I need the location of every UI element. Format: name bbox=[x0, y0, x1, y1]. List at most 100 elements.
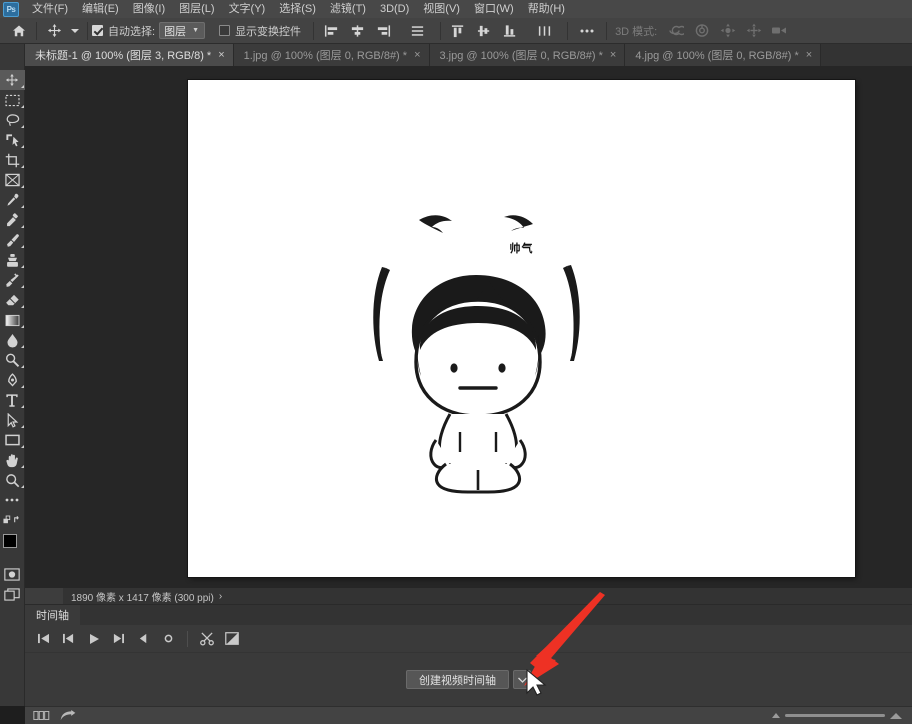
divider bbox=[313, 21, 315, 40]
move-tool-option-icon[interactable] bbox=[41, 19, 67, 43]
render-video-icon[interactable] bbox=[60, 710, 76, 721]
menu-edit[interactable]: 编辑(E) bbox=[75, 0, 126, 18]
horizontal-type-tool-icon[interactable] bbox=[0, 390, 25, 410]
show-transform-group[interactable]: 显示变换控件 bbox=[219, 23, 301, 39]
blur-tool-icon[interactable] bbox=[0, 330, 25, 350]
menu-3d[interactable]: 3D(D) bbox=[373, 0, 416, 18]
next-frame-button[interactable] bbox=[106, 626, 131, 652]
menu-file[interactable]: 文件(F) bbox=[25, 0, 75, 18]
pen-tool-icon[interactable] bbox=[0, 370, 25, 390]
eyedropper-tool-icon[interactable] bbox=[0, 190, 25, 210]
align-vertical-centers-icon[interactable] bbox=[471, 19, 497, 43]
distribute-vertical-icon[interactable] bbox=[404, 19, 430, 43]
roll-3d-object-icon[interactable] bbox=[689, 19, 715, 43]
tool-preset-chevron-icon[interactable] bbox=[67, 19, 83, 43]
previous-frame-button[interactable] bbox=[56, 626, 81, 652]
close-icon[interactable]: × bbox=[806, 49, 812, 61]
edit-toolbar-icon[interactable] bbox=[0, 490, 25, 510]
align-bottom-edges-icon[interactable] bbox=[497, 19, 523, 43]
brush-tool-icon[interactable] bbox=[0, 230, 25, 250]
convert-to-frame-animation-icon[interactable] bbox=[33, 711, 50, 720]
frame-tool-icon[interactable] bbox=[0, 170, 25, 190]
home-icon[interactable] bbox=[6, 19, 32, 43]
create-video-timeline-button[interactable]: 创建视频时间轴 bbox=[406, 670, 509, 689]
menu-select[interactable]: 选择(S) bbox=[272, 0, 323, 18]
color-swatches[interactable] bbox=[0, 532, 25, 560]
eraser-tool-icon[interactable] bbox=[0, 290, 25, 310]
split-at-playhead-button[interactable] bbox=[194, 626, 219, 652]
spot-healing-brush-tool-icon[interactable] bbox=[0, 210, 25, 230]
align-left-edges-icon[interactable] bbox=[318, 19, 344, 43]
align-horizontal-centers-icon[interactable] bbox=[344, 19, 370, 43]
menu-window[interactable]: 窗口(W) bbox=[467, 0, 521, 18]
hand-tool-icon[interactable] bbox=[0, 450, 25, 470]
menu-layer[interactable]: 图层(L) bbox=[172, 0, 221, 18]
quick-mask-mode-icon[interactable] bbox=[0, 564, 25, 584]
artwork-text: 帅气 bbox=[509, 242, 534, 255]
scale-3d-camera-icon[interactable] bbox=[767, 19, 793, 43]
transition-button[interactable] bbox=[219, 626, 244, 652]
document-tab-3[interactable]: 3.jpg @ 100% (图层 0, RGB/8#) * × bbox=[429, 44, 626, 66]
menu-image[interactable]: 图像(I) bbox=[126, 0, 172, 18]
auto-select-scope-dropdown[interactable]: 图层 ▼ bbox=[159, 22, 206, 39]
rotate-3d-object-icon[interactable] bbox=[663, 19, 689, 43]
document-tab-4[interactable]: 4.jpg @ 100% (图层 0, RGB/8#) * × bbox=[625, 44, 822, 66]
play-button[interactable] bbox=[81, 626, 106, 652]
slide-3d-object-icon[interactable] bbox=[741, 19, 767, 43]
audio-button[interactable] bbox=[131, 626, 156, 652]
mode-3d-label: 3D 模式: bbox=[615, 25, 658, 38]
document-tab-title: 1.jpg @ 100% (图层 0, RGB/8#) * bbox=[243, 50, 408, 62]
timeline-zoom-control[interactable] bbox=[772, 712, 912, 719]
zoom-in-icon[interactable] bbox=[890, 712, 902, 719]
screen-mode-icon[interactable] bbox=[0, 584, 25, 604]
clone-stamp-tool-icon[interactable] bbox=[0, 250, 25, 270]
auto-select-checkbox[interactable] bbox=[92, 25, 103, 36]
more-options-icon[interactable] bbox=[572, 19, 602, 43]
show-transform-checkbox[interactable] bbox=[219, 25, 231, 36]
quick-selection-tool-icon[interactable] bbox=[0, 130, 25, 150]
close-icon[interactable]: × bbox=[610, 49, 616, 61]
drag-3d-object-icon[interactable] bbox=[715, 19, 741, 43]
menu-view[interactable]: 视图(V) bbox=[416, 0, 467, 18]
menu-filter[interactable]: 滤镜(T) bbox=[323, 0, 373, 18]
go-to-first-frame-button[interactable] bbox=[31, 626, 56, 652]
canvas-area[interactable]: 帅气 bbox=[25, 66, 912, 588]
auto-select-group[interactable]: 自动选择: bbox=[92, 23, 155, 39]
timeline-tab-row: 时间轴 bbox=[25, 605, 912, 625]
document-tab-1[interactable]: 未标题-1 @ 100% (图层 3, RGB/8) * × bbox=[25, 44, 234, 66]
tab-timeline[interactable]: 时间轴 bbox=[25, 605, 80, 625]
create-timeline-chevron-icon[interactable] bbox=[513, 670, 531, 689]
document-status-bar: 1890 像素 x 1417 像素 (300 ppi) › bbox=[25, 588, 912, 604]
record-keyframe-button[interactable] bbox=[156, 626, 181, 652]
status-expand-icon[interactable]: › bbox=[219, 591, 222, 602]
dodge-tool-icon[interactable] bbox=[0, 350, 25, 370]
tools-panel bbox=[0, 44, 25, 706]
close-icon[interactable]: × bbox=[414, 49, 420, 61]
move-tool-icon[interactable] bbox=[0, 70, 25, 90]
gradient-tool-icon[interactable] bbox=[0, 310, 25, 330]
photoshop-logo-icon[interactable]: Ps bbox=[3, 1, 19, 17]
foreground-color-swatch[interactable] bbox=[2, 534, 17, 548]
close-icon[interactable]: × bbox=[218, 49, 224, 61]
lasso-tool-icon[interactable] bbox=[0, 110, 25, 130]
document-tab-2[interactable]: 1.jpg @ 100% (图层 0, RGB/8#) * × bbox=[233, 44, 430, 66]
menu-help[interactable]: 帮助(H) bbox=[521, 0, 572, 18]
document-tab-title: 未标题-1 @ 100% (图层 3, RGB/8) * bbox=[35, 50, 212, 62]
zoom-tool-icon[interactable] bbox=[0, 470, 25, 490]
menu-type[interactable]: 文字(Y) bbox=[222, 0, 273, 18]
divider bbox=[187, 630, 188, 647]
crop-tool-icon[interactable] bbox=[0, 150, 25, 170]
align-top-edges-icon[interactable] bbox=[445, 19, 471, 43]
document-artboard[interactable]: 帅气 bbox=[188, 80, 855, 577]
status-grip[interactable] bbox=[25, 588, 63, 604]
path-selection-tool-icon[interactable] bbox=[0, 410, 25, 430]
rectangle-tool-icon[interactable] bbox=[0, 430, 25, 450]
zoom-out-icon[interactable] bbox=[772, 713, 780, 718]
zoom-slider-track[interactable] bbox=[785, 714, 885, 717]
distribute-horizontal-icon[interactable] bbox=[531, 19, 557, 43]
rectangular-marquee-tool-icon[interactable] bbox=[0, 90, 25, 110]
show-transform-label: 显示变换控件 bbox=[235, 25, 302, 38]
align-right-edges-icon[interactable] bbox=[370, 19, 396, 43]
default-colors-and-swap-icons[interactable] bbox=[0, 510, 25, 530]
history-brush-tool-icon[interactable] bbox=[0, 270, 25, 290]
